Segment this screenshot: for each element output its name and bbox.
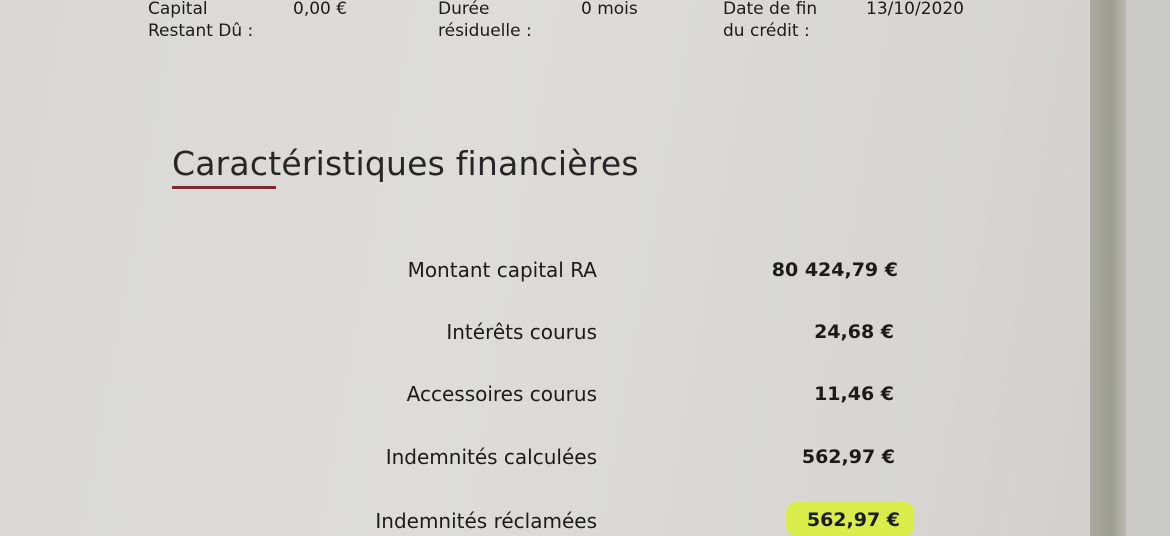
duree-label-line1: Durée [438, 0, 490, 19]
row-label-accessoires-courus: Accessoires courus [406, 382, 597, 406]
capital-value: 0,00 € [293, 0, 348, 19]
row-label-interets-courus: Intérêts courus [446, 320, 597, 344]
capital-label-line2: Restant Dû : [148, 21, 254, 41]
duree-label-line2: résiduelle : [438, 21, 532, 41]
date-fin-label-line2: du crédit : [723, 21, 810, 41]
date-fin-value: 13/10/2020 [866, 0, 964, 19]
date-fin-label: Date de fin du crédit : [723, 0, 817, 42]
capital-label-line1: Capital [148, 0, 208, 19]
row-value-indemnites-reclamees: 562,97 € [806, 509, 900, 531]
title-underline [172, 186, 276, 189]
date-fin-label-line1: Date de fin [723, 0, 818, 19]
duree-value: 0 mois [581, 0, 638, 19]
paper-edge [1090, 0, 1126, 536]
duree-label: Durée résiduelle : [438, 0, 532, 42]
row-value-indemnites-calculees: 562,97 € [801, 446, 895, 468]
row-label-indemnites-calculees: Indemnités calculées [385, 445, 597, 469]
paper-background [1126, 0, 1170, 536]
row-label-indemnites-reclamees: Indemnités réclamées [375, 509, 597, 533]
row-value-interets-courus: 24,68 € [814, 321, 894, 343]
row-value-accessoires-courus: 11,46 € [814, 383, 894, 405]
row-label-montant-capital: Montant capital RA [407, 258, 597, 282]
row-value-montant-capital: 80 424,79 € [771, 259, 898, 281]
capital-label: Capital Restant Dû : [148, 0, 253, 42]
section-title: Caractéristiques financières [172, 144, 639, 183]
